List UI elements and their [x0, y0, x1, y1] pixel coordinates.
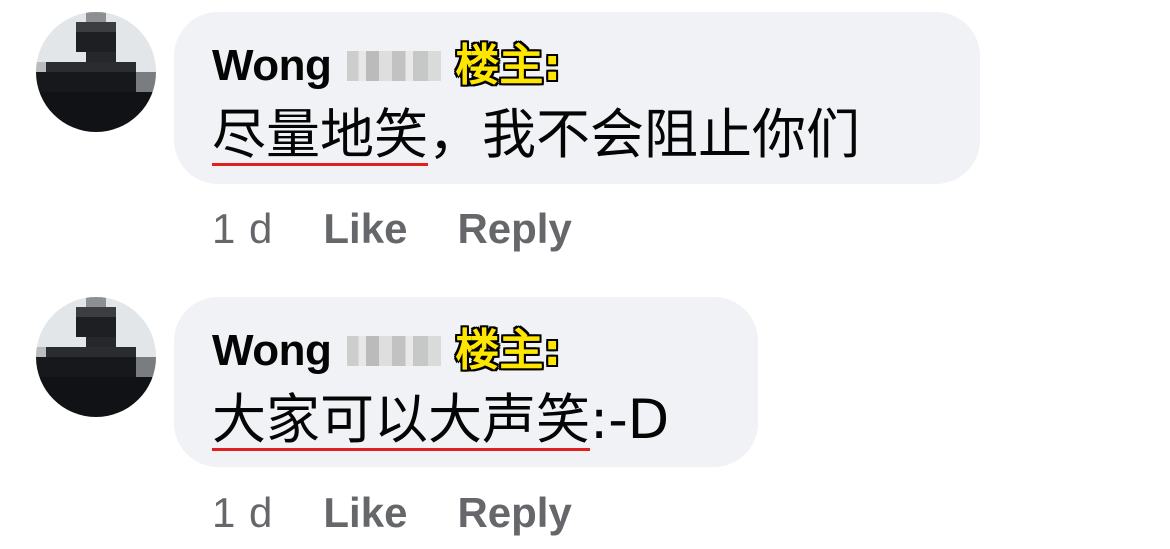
pixelated-avatar-icon — [36, 12, 156, 132]
op-tag: 楼主: — [454, 39, 562, 92]
comment-text-rest: ，我不会阻止你们 — [428, 103, 860, 166]
author-name[interactable]: Wong — [212, 323, 332, 379]
timestamp[interactable]: 1 d — [212, 488, 273, 538]
comment-actions: 1 d Like Reply — [212, 488, 572, 538]
comment-text-underlined: 尽量地笑 — [212, 103, 428, 166]
comment-text-rest: :-D — [590, 388, 670, 451]
pixelated-avatar-icon — [36, 297, 156, 417]
like-button[interactable]: Like — [323, 488, 407, 538]
avatar[interactable] — [36, 297, 156, 417]
blurred-surname — [347, 51, 442, 81]
like-button[interactable]: Like — [323, 204, 407, 254]
author-row: Wong 楼主: — [212, 323, 722, 379]
reply-button[interactable]: Reply — [457, 204, 571, 254]
timestamp[interactable]: 1 d — [212, 204, 273, 254]
author-name[interactable]: Wong — [212, 38, 332, 94]
comment-text: 大家可以大声笑:-D — [212, 387, 722, 453]
avatar[interactable] — [36, 12, 156, 132]
comment-bubble: Wong 楼主: 大家可以大声笑:-D — [174, 297, 758, 467]
author-row: Wong 楼主: — [212, 38, 944, 94]
comment-text-underlined: 大家可以大声笑 — [212, 388, 590, 451]
reply-button[interactable]: Reply — [457, 488, 571, 538]
blurred-surname — [347, 336, 442, 366]
comment-bubble: Wong 楼主: 尽量地笑，我不会阻止你们 — [174, 12, 980, 184]
op-tag: 楼主: — [454, 324, 562, 377]
comment-text: 尽量地笑，我不会阻止你们 — [212, 102, 944, 168]
comment-actions: 1 d Like Reply — [212, 204, 572, 254]
